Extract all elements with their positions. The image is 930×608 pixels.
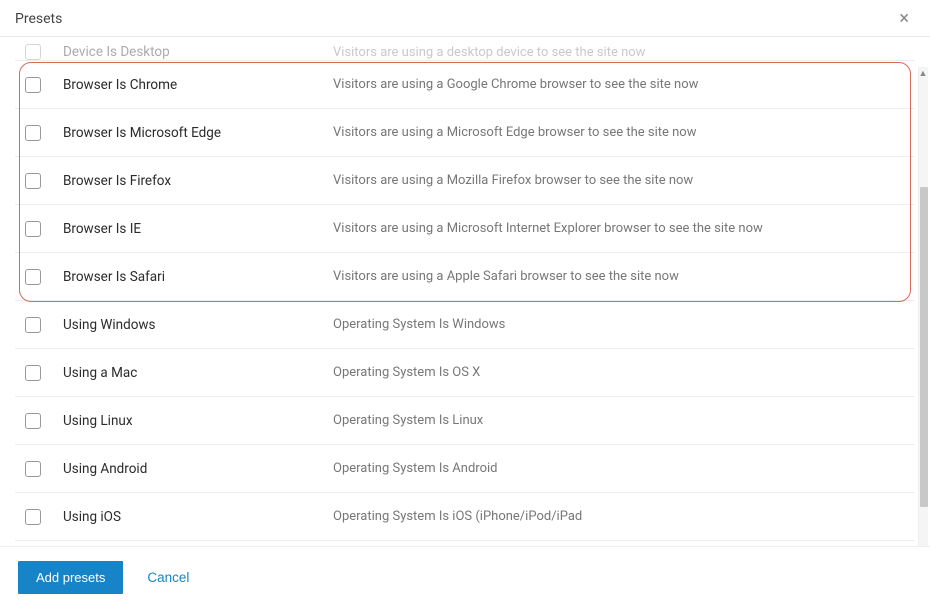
preset-description: Visitors are using a Google Chrome brows… [333, 77, 698, 92]
list-item[interactable]: Using iOS Operating System Is iOS (iPhon… [15, 493, 915, 541]
checkbox-wrap [25, 77, 63, 93]
scroll-up-arrow-icon[interactable]: ▲ [918, 69, 928, 79]
list-item[interactable]: Browser Is Safari Visitors are using a A… [15, 253, 915, 301]
preset-description: Visitors are using a Microsoft Internet … [333, 221, 763, 236]
checkbox-wrap [25, 365, 63, 381]
checkbox[interactable] [25, 509, 41, 525]
checkbox[interactable] [25, 173, 41, 189]
checkbox-wrap [25, 221, 63, 237]
list-item[interactable]: Device Is Desktop Visitors are using a d… [15, 37, 915, 61]
scroll-area: Device Is Desktop Visitors are using a d… [0, 37, 930, 547]
dialog-header: Presets × [0, 0, 930, 37]
preset-description: Visitors are using a Apple Safari browse… [333, 269, 679, 284]
list-item[interactable]: Browser Is Microsoft Edge Visitors are u… [15, 109, 915, 157]
checkbox[interactable] [25, 221, 41, 237]
preset-description: Operating System Is iOS (iPhone/iPod/iPa… [333, 509, 582, 524]
preset-description: Visitors are using a desktop device to s… [333, 45, 645, 60]
checkbox-wrap [25, 413, 63, 429]
preset-label: Browser Is Microsoft Edge [63, 125, 333, 141]
content-area: Device Is Desktop Visitors are using a d… [0, 37, 930, 547]
preset-description: Operating System Is Android [333, 461, 497, 476]
list-item[interactable]: Using Linux Operating System Is Linux [15, 397, 915, 445]
checkbox[interactable] [25, 44, 41, 60]
preset-label: Using a Mac [63, 365, 333, 381]
preset-label: Using Android [63, 461, 333, 477]
checkbox-wrap [25, 509, 63, 525]
preset-description: Visitors are using a Microsoft Edge brow… [333, 125, 696, 140]
preset-label: Browser Is IE [63, 221, 333, 237]
scrollbar-thumb[interactable] [920, 187, 928, 507]
checkbox-wrap [25, 125, 63, 141]
preset-description: Operating System Is Windows [333, 317, 505, 332]
list-item[interactable]: Browser Is Firefox Visitors are using a … [15, 157, 915, 205]
checkbox[interactable] [25, 317, 41, 333]
preset-list: Device Is Desktop Visitors are using a d… [15, 37, 915, 541]
preset-label: Device Is Desktop [63, 44, 333, 60]
cancel-button[interactable]: Cancel [147, 570, 189, 585]
preset-description: Visitors are using a Mozilla Firefox bro… [333, 173, 693, 188]
preset-label: Browser Is Firefox [63, 173, 333, 189]
list-item[interactable]: Browser Is Chrome Visitors are using a G… [15, 61, 915, 109]
checkbox[interactable] [25, 269, 41, 285]
checkbox[interactable] [25, 125, 41, 141]
close-icon[interactable]: × [893, 8, 915, 30]
checkbox-wrap [25, 317, 63, 333]
checkbox-wrap [25, 173, 63, 189]
checkbox[interactable] [25, 461, 41, 477]
checkbox[interactable] [25, 365, 41, 381]
scrollbar-track[interactable] [918, 67, 928, 547]
checkbox-wrap [25, 269, 63, 285]
list-item[interactable]: Using Android Operating System Is Androi… [15, 445, 915, 493]
list-item[interactable]: Using a Mac Operating System Is OS X [15, 349, 915, 397]
list-item[interactable]: Using Windows Operating System Is Window… [15, 301, 915, 349]
preset-label: Using iOS [63, 509, 333, 525]
preset-description: Operating System Is OS X [333, 365, 480, 380]
list-item[interactable]: Browser Is IE Visitors are using a Micro… [15, 205, 915, 253]
checkbox[interactable] [25, 77, 41, 93]
checkbox-wrap [25, 44, 63, 60]
dialog-title: Presets [15, 11, 62, 27]
preset-label: Using Windows [63, 317, 333, 333]
preset-label: Using Linux [63, 413, 333, 429]
preset-description: Operating System Is Linux [333, 413, 483, 428]
checkbox[interactable] [25, 413, 41, 429]
dialog-footer: Add presets Cancel [0, 546, 930, 608]
preset-label: Browser Is Chrome [63, 77, 333, 93]
add-presets-button[interactable]: Add presets [18, 561, 123, 594]
preset-label: Browser Is Safari [63, 269, 333, 285]
checkbox-wrap [25, 461, 63, 477]
